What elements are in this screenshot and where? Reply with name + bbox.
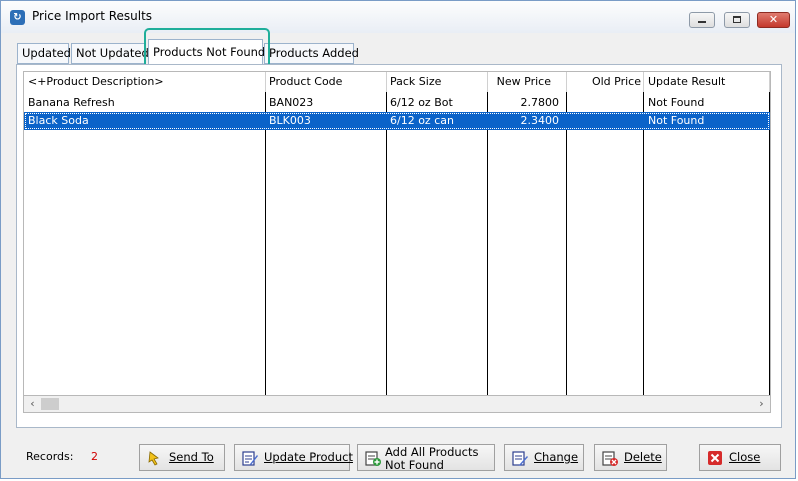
records-count: 2	[91, 450, 98, 463]
header-divider[interactable]	[769, 72, 770, 92]
app-icon: ↻	[10, 10, 25, 25]
delete-icon	[602, 451, 618, 466]
tab-updated[interactable]: Updated	[17, 43, 71, 64]
bottom-bar: Records: 2 Send To Update Product Add Al…	[1, 437, 795, 480]
change-icon	[512, 451, 528, 466]
col-header-new-price[interactable]: New Price	[488, 72, 551, 92]
horizontal-scrollbar[interactable]: ‹ ›	[23, 396, 771, 413]
title-bar[interactable]: ↻ Price Import Results ✕	[1, 1, 795, 33]
minimize-icon	[698, 21, 706, 23]
cell-pack: 6/12 oz can	[390, 114, 454, 127]
update-product-label: Update Product	[264, 450, 353, 464]
col-header-result[interactable]: Update Result	[648, 72, 766, 92]
send-to-label: Send To	[169, 450, 214, 464]
scroll-left-icon[interactable]: ‹	[24, 396, 41, 412]
add-all-label-line1: Add All Products	[385, 445, 479, 459]
cell-code: BLK003	[269, 114, 311, 127]
close-label: Close	[729, 450, 761, 464]
scroll-thumb[interactable]	[41, 398, 59, 410]
change-button[interactable]: Change	[504, 444, 584, 471]
cell-result: Not Found	[648, 96, 705, 109]
add-all-icon	[365, 451, 381, 466]
cell-old-price	[567, 94, 639, 112]
price-import-results-window: ↻ Price Import Results ✕ Updated Not Upd…	[0, 0, 796, 479]
col-header-description[interactable]: <+Product Description>	[28, 72, 264, 92]
add-all-products-not-found-button[interactable]: Add All Products Not Found	[357, 444, 495, 471]
send-to-button[interactable]: Send To	[139, 444, 225, 471]
add-all-label-line2: Not Found	[385, 458, 444, 472]
window-title: Price Import Results	[32, 9, 153, 23]
tab-products-not-found[interactable]: Products Not Found	[148, 39, 265, 65]
col-header-old-price[interactable]: Old Price	[567, 72, 641, 92]
cell-old-price	[567, 112, 639, 130]
table-row-selected[interactable]: Black Soda BLK003 6/12 oz can 2.3400 Not…	[24, 112, 770, 130]
tab-not-updated[interactable]: Not Updated	[71, 43, 149, 64]
delete-button[interactable]: Delete	[594, 444, 667, 471]
close-icon: ✕	[768, 13, 779, 26]
cell-description: Banana Refresh	[28, 96, 115, 109]
table-row[interactable]: Banana Refresh BAN023 6/12 oz Bot 2.7800…	[24, 94, 770, 112]
column-line	[566, 92, 567, 395]
maximize-button[interactable]	[724, 12, 750, 28]
change-label: Change	[534, 450, 579, 464]
minimize-button[interactable]	[689, 12, 715, 28]
update-product-icon	[242, 451, 258, 466]
cell-result: Not Found	[648, 114, 705, 127]
update-product-button[interactable]: Update Product	[234, 444, 353, 471]
column-line	[487, 92, 488, 395]
maximize-icon	[733, 16, 741, 23]
header-divider[interactable]	[643, 72, 644, 92]
close-button[interactable]: Close	[699, 444, 781, 471]
col-header-code[interactable]: Product Code	[269, 72, 384, 92]
delete-label: Delete	[624, 450, 662, 464]
scroll-right-icon[interactable]: ›	[753, 396, 770, 412]
close-x-icon	[708, 451, 722, 465]
cell-pack: 6/12 oz Bot	[390, 96, 453, 109]
header-divider[interactable]	[386, 72, 387, 92]
column-line	[386, 92, 387, 395]
column-line	[769, 92, 770, 395]
tab-panel: <+Product Description> Product Code Pack…	[16, 64, 782, 428]
cell-code: BAN023	[269, 96, 314, 109]
cell-description: Black Soda	[28, 114, 89, 127]
column-line	[265, 92, 266, 395]
header-divider[interactable]	[265, 72, 266, 92]
cell-new-price: 2.3400	[520, 114, 560, 127]
window-close-button[interactable]: ✕	[757, 12, 790, 28]
send-to-icon	[148, 451, 159, 466]
results-grid[interactable]: <+Product Description> Product Code Pack…	[23, 71, 771, 396]
records-label: Records:	[26, 450, 74, 463]
cell-new-price: 2.7800	[520, 96, 560, 109]
tab-products-added[interactable]: Products Added	[264, 43, 359, 64]
column-line	[643, 92, 644, 395]
col-header-pack[interactable]: Pack Size	[390, 72, 486, 92]
